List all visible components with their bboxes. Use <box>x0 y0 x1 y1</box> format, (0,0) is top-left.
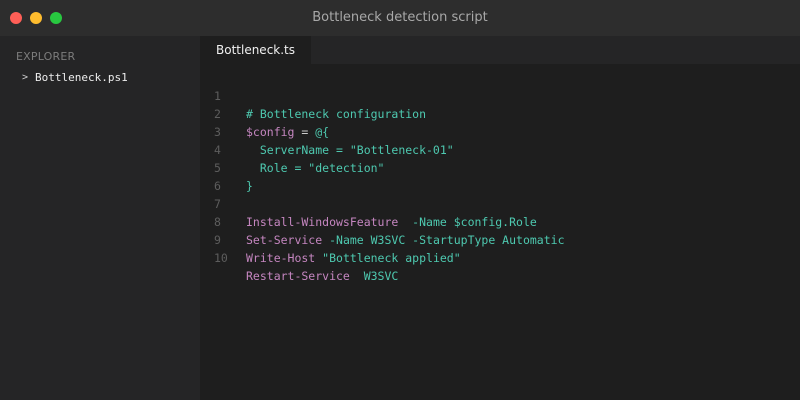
explorer-section-label: EXPLORER <box>16 50 76 63</box>
code-line: 8 Set-Service -Name W3SVC -StartupType A… <box>200 195 800 247</box>
title-bar: Bottleneck detection script <box>0 0 800 36</box>
code-line: 1 # Bottleneck configuration <box>200 69 800 121</box>
code-line: 9 Write-Host "Bottleneck applied" <box>200 213 800 265</box>
line-number: 10 <box>214 251 228 265</box>
code-line: 10 Restart-Service W3SVC <box>200 231 800 283</box>
code-area[interactable]: 1 # Bottleneck configuration 2 $config =… <box>200 69 800 283</box>
code-line: 4 Role = "detection" <box>200 123 800 175</box>
tab-bar: Bottleneck.ts <box>200 36 800 64</box>
file-name-label: Bottleneck.ps1 <box>35 71 128 84</box>
tab-bottleneck-ts[interactable]: Bottleneck.ts <box>200 36 312 64</box>
code-line: 5 } <box>200 141 800 193</box>
code-line: 2 $config = @{ <box>200 87 800 139</box>
code-arguments: "Bottleneck applied" <box>315 251 461 265</box>
chevron-right-icon: > <box>22 72 29 83</box>
explorer-sidebar: EXPLORER > Bottleneck.ps1 <box>0 36 200 400</box>
editor-window: Bottleneck detection script EXPLORER > B… <box>0 0 800 400</box>
code-editor[interactable]: Bottleneck.ts 1 # Bottleneck configurati… <box>200 36 800 400</box>
code-line: 7 Install-WindowsFeature -Name $config.R… <box>200 177 800 229</box>
code-line: 6 <box>200 159 800 193</box>
code-arguments: W3SVC <box>349 269 399 283</box>
code-cmdlet: Restart-Service <box>246 269 350 283</box>
file-item-bottleneck-ps1[interactable]: > Bottleneck.ps1 <box>22 70 128 86</box>
window-title: Bottleneck detection script <box>312 10 488 25</box>
code-cmdlet: Write-Host <box>246 251 316 265</box>
code-line: 3 ServerName = "Bottleneck-01" <box>200 105 800 157</box>
